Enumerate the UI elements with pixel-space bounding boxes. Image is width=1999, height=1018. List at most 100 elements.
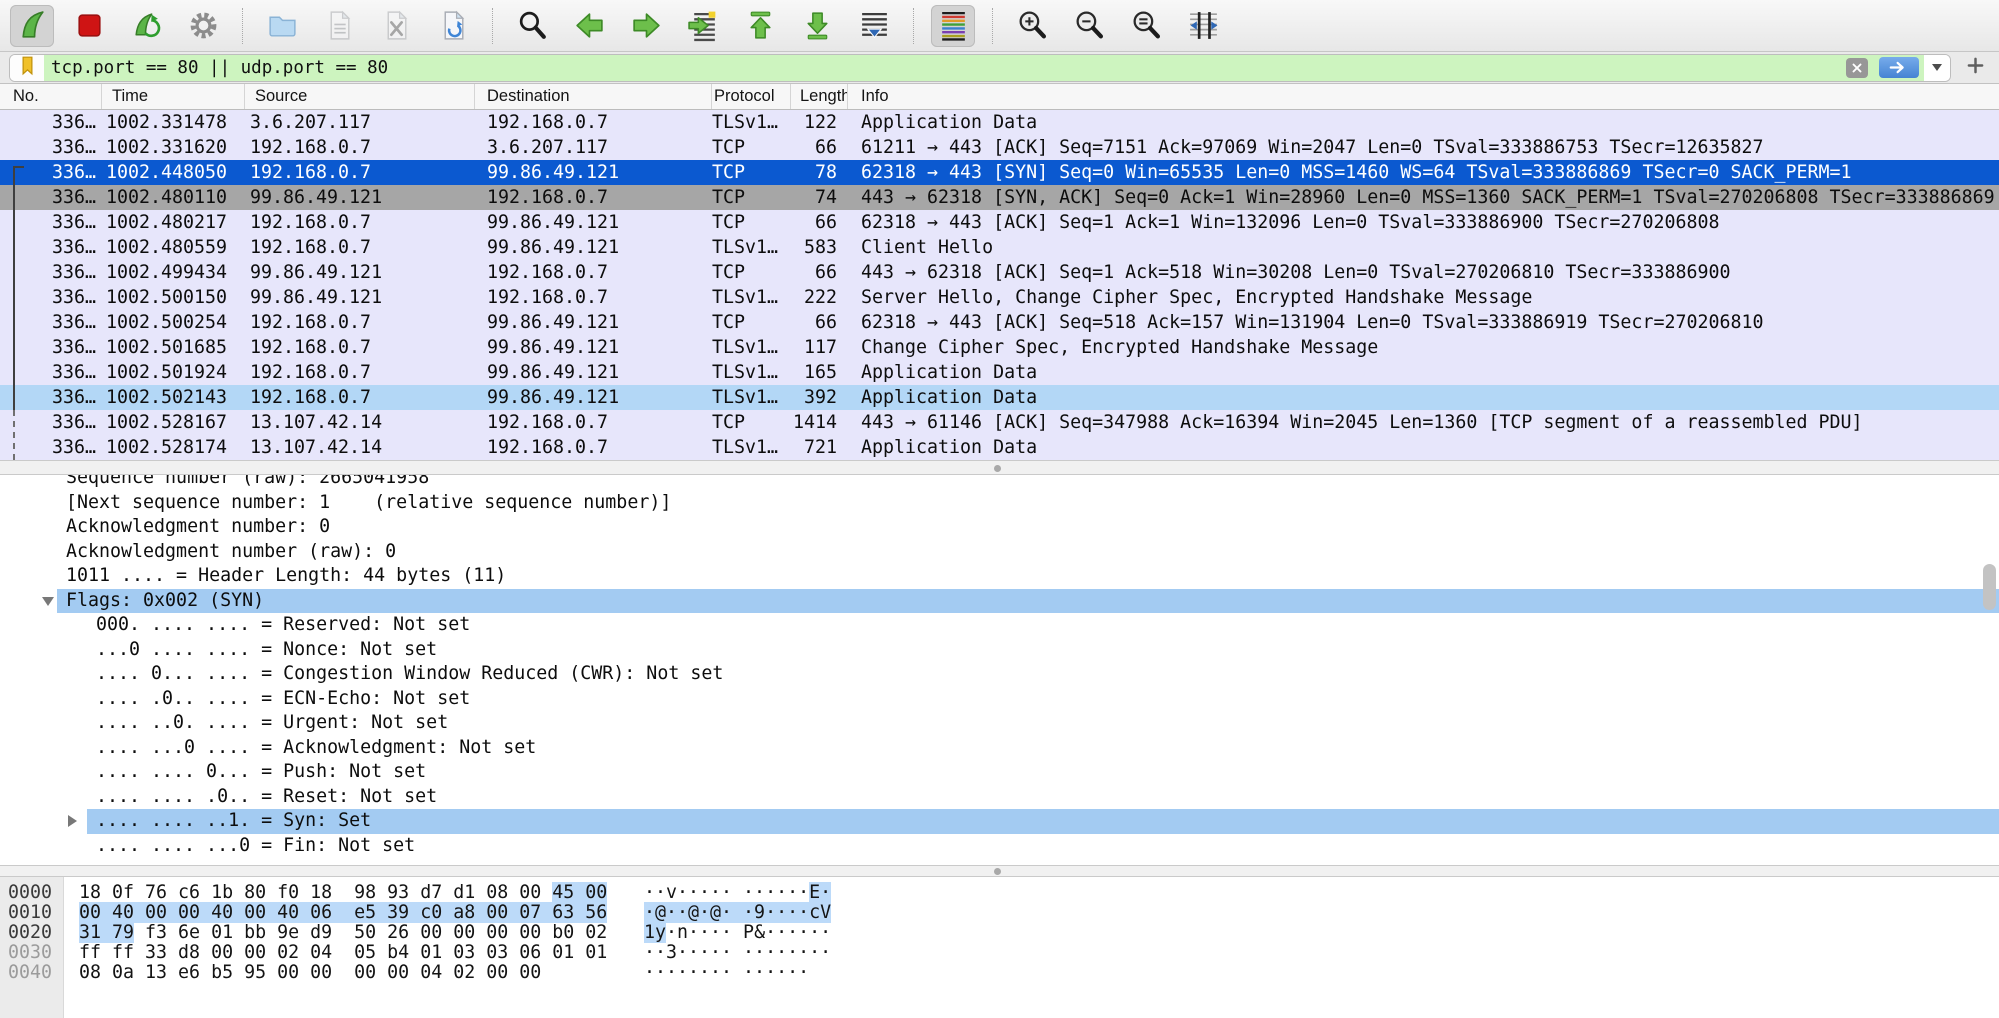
hex-row[interactable]: 002031 79 f3 6e 01 bb 9e d9 50 26 00 00 … [0,923,1999,943]
bookmark-icon [17,55,38,81]
toolbar-separator [913,8,914,44]
chevron-down-icon [1932,64,1942,71]
packet-row[interactable]: 336…1002.52817413.107.42.14192.168.0.7TL… [0,435,1999,460]
packet-row[interactable]: 336…1002.501685192.168.0.799.86.49.121TL… [0,335,1999,360]
reload-file-button[interactable] [431,5,475,47]
detail-line[interactable]: ...0 .... .... = Nonce: Not set [0,638,1999,663]
arrow-right-icon [630,9,663,42]
go-last-packet-button[interactable] [795,5,839,47]
shark-fin-icon [16,9,49,42]
column-header-length[interactable]: Length [791,84,848,109]
hex-row[interactable]: 000018 0f 76 c6 1b 80 f0 18 98 93 d7 d1 … [0,883,1999,903]
detail-line[interactable]: 1011 .... = Header Length: 44 bytes (11) [0,564,1999,589]
stop-capture-button[interactable] [67,5,111,47]
pane-splitter[interactable] [0,460,1999,475]
zoom-out-icon [1073,9,1106,42]
go-to-packet-button[interactable] [681,5,725,47]
arrow-up-bar-icon [744,9,777,42]
column-header-source[interactable]: Source [245,84,475,109]
filter-add-button[interactable] [1960,55,1990,81]
packet-row-selected[interactable]: 336…1002.448050192.168.0.799.86.49.121TC… [0,160,1999,185]
packet-row[interactable]: 336…1002.50015099.86.49.121192.168.0.7TL… [0,285,1999,310]
auto-scroll-icon [858,9,891,42]
hex-row[interactable]: 004008 0a 13 e6 b5 95 00 00 00 00 04 02 … [0,963,1999,983]
detail-line-flags-selected[interactable]: Flags: 0x002 (SYN) [0,589,1999,614]
details-scrollbar-thumb[interactable] [1983,564,1996,610]
hex-offset: 0040 [8,963,52,983]
column-header-protocol[interactable]: Protocol [712,84,791,109]
packet-row[interactable]: 336…1002.500254192.168.0.799.86.49.121TC… [0,310,1999,335]
filter-dropdown-button[interactable] [1924,55,1950,81]
filter-bookmark-button[interactable] [10,55,44,81]
column-header-info[interactable]: Info [848,84,1999,109]
column-header-destination[interactable]: Destination [475,84,712,109]
expander-open-icon[interactable] [42,597,54,606]
detail-line[interactable]: .... .... ...0 = Fin: Not set [0,834,1999,859]
detail-line[interactable]: Acknowledgment number: 0 [0,515,1999,540]
resize-columns-button[interactable] [1181,5,1225,47]
detail-line[interactable]: .... .... 0... = Push: Not set [0,760,1999,785]
packet-row[interactable]: 336…1002.502143192.168.0.799.86.49.121TL… [0,385,1999,410]
detail-line[interactable]: .... ...0 .... = Acknowledgment: Not set [0,736,1999,761]
main-toolbar [0,0,1999,52]
packet-row[interactable]: 336…1002.480217192.168.0.799.86.49.121TC… [0,210,1999,235]
packet-row[interactable]: 336…1002.480559192.168.0.799.86.49.121TL… [0,235,1999,260]
splitter-handle-icon [994,868,1001,875]
filter-clear-button[interactable] [1840,55,1874,81]
resize-columns-icon [1187,9,1220,42]
hex-bytes: 18 0f 76 c6 1b 80 f0 18 98 93 d7 d1 08 0… [79,883,607,903]
colorize-packets-button[interactable] [931,5,975,47]
close-file-button[interactable] [374,5,418,47]
packet-row[interactable]: 336…1002.501924192.168.0.799.86.49.121TL… [0,360,1999,385]
arrow-down-bar-icon [801,9,834,42]
gear-icon [187,9,220,42]
detail-line-syn-selected[interactable]: .... .... ..1. = Syn: Set [0,809,1999,834]
detail-line[interactable]: .... .0.. .... = ECN-Echo: Not set [0,687,1999,712]
detail-line[interactable]: [Next sequence number: 1 (relative seque… [0,491,1999,516]
packet-row[interactable]: 336…1002.48011099.86.49.121192.168.0.7TC… [0,185,1999,210]
filter-apply-button[interactable] [1874,55,1924,81]
zoom-in-button[interactable] [1010,5,1054,47]
hex-ascii: 1y·n···· P&······ [644,923,831,943]
restart-capture-button[interactable] [124,5,168,47]
column-header-time[interactable]: Time [102,84,245,109]
start-capture-button[interactable] [10,5,54,47]
packet-details-pane: Sequence number (raw): 2665041958 [Next … [0,475,1999,865]
go-first-packet-button[interactable] [738,5,782,47]
expander-closed-icon[interactable] [68,815,77,827]
filter-toolbar: tcp.port == 80 || udp.port == 80 [0,52,1999,84]
detail-line[interactable]: Acknowledgment number (raw): 0 [0,540,1999,565]
display-filter-box: tcp.port == 80 || udp.port == 80 [9,54,1951,82]
detail-line[interactable]: 000. .... .... = Reserved: Not set [0,613,1999,638]
detail-line[interactable]: Sequence number (raw): 2665041958 [0,475,1999,491]
selection-highlight [57,589,1999,614]
open-file-button[interactable] [260,5,304,47]
go-back-button[interactable] [567,5,611,47]
pane-splitter[interactable] [0,865,1999,877]
hex-row[interactable]: 0030ff ff 33 d8 00 00 02 04 05 b4 01 03 … [0,943,1999,963]
plus-icon [1966,56,1985,80]
selection-highlight [87,809,1999,834]
detail-line[interactable]: .... ..0. .... = Urgent: Not set [0,711,1999,736]
display-filter-input[interactable]: tcp.port == 80 || udp.port == 80 [44,55,1840,81]
packet-row[interactable]: 336…1002.52816713.107.42.14192.168.0.7TC… [0,410,1999,435]
zoom-out-button[interactable] [1067,5,1111,47]
detail-line[interactable]: .... .... .0.. = Reset: Not set [0,785,1999,810]
hex-bytes: ff ff 33 d8 00 00 02 04 05 b4 01 03 03 0… [79,943,607,963]
hex-ascii: ········ ······ [644,963,809,983]
packet-row[interactable]: 336…1002.3314783.6.207.117192.168.0.7TLS… [0,110,1999,135]
packet-row[interactable]: 336…1002.331620192.168.0.73.6.207.117TCP… [0,135,1999,160]
go-forward-button[interactable] [624,5,668,47]
detail-line[interactable]: .... 0... .... = Congestion Window Reduc… [0,662,1999,687]
auto-scroll-button[interactable] [852,5,896,47]
column-header-no[interactable]: No. [0,84,102,109]
capture-options-button[interactable] [181,5,225,47]
folder-icon [266,9,299,42]
stop-icon [73,9,106,42]
find-packet-button[interactable] [510,5,554,47]
zoom-reset-button[interactable] [1124,5,1168,47]
hex-row[interactable]: 001000 40 00 00 40 00 40 06 e5 39 c0 a8 … [0,903,1999,923]
save-file-button[interactable] [317,5,361,47]
colorize-icon [937,9,970,42]
packet-row[interactable]: 336…1002.49943499.86.49.121192.168.0.7TC… [0,260,1999,285]
